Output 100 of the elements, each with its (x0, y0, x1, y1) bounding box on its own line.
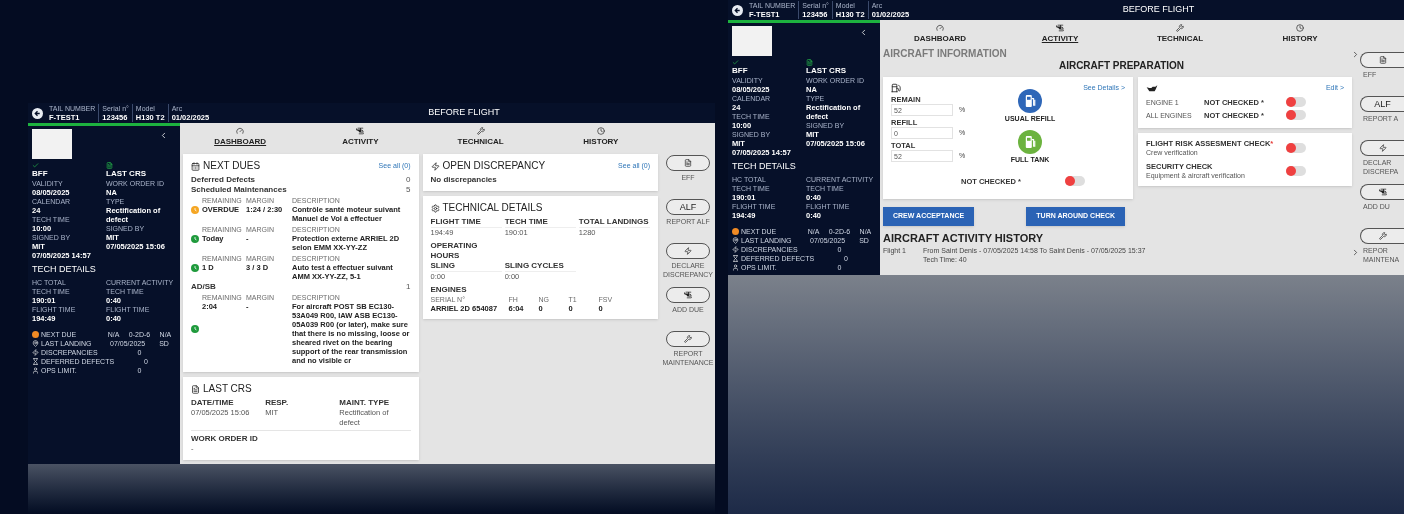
column-label: FLIGHT TIME (430, 217, 482, 227)
group-name: Deferred Defects (191, 175, 256, 185)
document-icon (1378, 56, 1387, 64)
card-title: TECHNICAL DETAILS (442, 202, 543, 214)
action-button[interactable] (666, 331, 710, 347)
bolt-icon (1378, 144, 1387, 152)
screen-title: BEFORE FLIGHT (428, 106, 500, 120)
tab[interactable]: HISTORY (583, 126, 619, 148)
tab[interactable]: DASHBOARD (214, 126, 267, 148)
section-title: LAST CRS (106, 169, 147, 179)
wrench-icon (684, 335, 692, 343)
column-label: DATE/TIME (191, 398, 235, 408)
column-label: TECH TIME (504, 217, 549, 227)
action-button[interactable]: ALF (666, 199, 710, 215)
action-button[interactable] (1360, 184, 1404, 200)
logo-icon[interactable] (32, 107, 43, 119)
action-button[interactable] (666, 287, 710, 303)
section-title: ENGINES (430, 285, 468, 295)
wrench-icon (476, 126, 485, 135)
toggle-switch[interactable] (1286, 142, 1306, 153)
group-count: 1 (406, 282, 411, 292)
empty-message: No discrepancies (430, 175, 498, 185)
toggle-switch[interactable] (1286, 110, 1306, 120)
bolt-icon (732, 246, 739, 253)
column-label: MAINT. TYPE (339, 398, 391, 408)
photo-placeholder (32, 129, 72, 159)
action-button[interactable] (666, 243, 710, 259)
document-icon (191, 384, 200, 394)
gauge-icon (936, 23, 944, 32)
fuel-pump-icon (891, 83, 901, 93)
check-icon (32, 162, 39, 169)
bolt-icon (430, 161, 440, 171)
action-button[interactable] (1360, 228, 1404, 244)
pin-icon (732, 237, 739, 244)
hourglass-icon (732, 255, 739, 262)
status-dot-icon (732, 228, 739, 235)
bolt-icon (684, 247, 692, 255)
section-title: BFF (732, 66, 749, 76)
tab[interactable]: ACTIVITY (342, 126, 379, 148)
tab[interactable]: TECHNICAL (457, 126, 504, 148)
action-button[interactable]: ALF (1360, 96, 1404, 112)
column-label: RESP. (265, 398, 290, 408)
helicopter-icon (1056, 23, 1064, 32)
action-button[interactable] (1360, 140, 1404, 156)
wrench-icon (1378, 232, 1387, 240)
tab[interactable]: HISTORY (1282, 23, 1318, 45)
clock-icon (596, 126, 605, 135)
section-heading: AIRCRAFT INFORMATION (883, 48, 1007, 60)
tab[interactable]: TECHNICAL (1156, 23, 1204, 45)
helicopter-icon (684, 291, 692, 299)
photo-placeholder (732, 26, 772, 56)
tab[interactable]: ACTIVITY (1041, 23, 1079, 45)
screen-title: BEFORE FLIGHT (1122, 3, 1195, 17)
person-icon (32, 367, 39, 374)
column-label: TOTAL LANDINGS (578, 217, 650, 227)
action-button[interactable] (1360, 52, 1404, 68)
card-title: NEXT DUES (203, 160, 261, 172)
column-label: WORK ORDER ID (191, 434, 259, 444)
collapse-icon[interactable] (859, 28, 868, 37)
clock-icon (1296, 23, 1304, 32)
alf-glyph: ALF (1374, 99, 1391, 109)
chevron-right-icon[interactable] (1351, 247, 1360, 257)
document-icon (806, 59, 813, 66)
group-name: Scheduled Maintenances (191, 185, 287, 195)
group-name: AD/SB (191, 282, 216, 292)
wrench-icon (1176, 23, 1184, 32)
hourglass-icon (32, 358, 39, 365)
status-dot-icon (32, 331, 39, 338)
section-title: TECH DETAILS (32, 264, 97, 275)
tab[interactable]: DASHBOARD (914, 23, 966, 45)
section-title: LAST CRS (806, 66, 847, 76)
chevron-right-icon[interactable] (1351, 49, 1360, 59)
toggle-switch[interactable] (1286, 97, 1306, 107)
card-title: OPEN DISCREPANCY (442, 160, 546, 172)
helicopter-icon (356, 126, 365, 135)
pin-icon (32, 340, 39, 347)
toggle-switch[interactable] (1065, 176, 1085, 186)
settings-icon (430, 203, 440, 213)
section-title: TECH DETAILS (732, 161, 797, 172)
helicopter-icon (1378, 188, 1387, 196)
collapse-icon[interactable] (159, 131, 168, 140)
document-icon (106, 162, 113, 169)
section-title: BFF (32, 169, 49, 179)
logo-icon[interactable] (732, 4, 743, 16)
person-icon (732, 264, 739, 271)
column-label: OPERATING HOURS SLING (430, 241, 479, 271)
group-count: 0 (406, 175, 411, 185)
group-count: 5 (406, 185, 411, 195)
section-heading: AIRCRAFT ACTIVITY HISTORY (883, 231, 1045, 245)
oil-can-icon (1146, 84, 1158, 93)
alf-glyph: ALF (679, 202, 697, 212)
action-button[interactable] (666, 155, 710, 171)
gauge-icon (236, 126, 245, 135)
page-heading: AIRCRAFT PREPARATION (1058, 60, 1185, 72)
toggle-switch[interactable] (1286, 165, 1306, 176)
check-icon (732, 59, 739, 66)
calendar-icon (191, 161, 200, 171)
document-icon (684, 159, 692, 167)
bolt-icon (32, 349, 39, 356)
card-title: LAST CRS (203, 383, 252, 395)
